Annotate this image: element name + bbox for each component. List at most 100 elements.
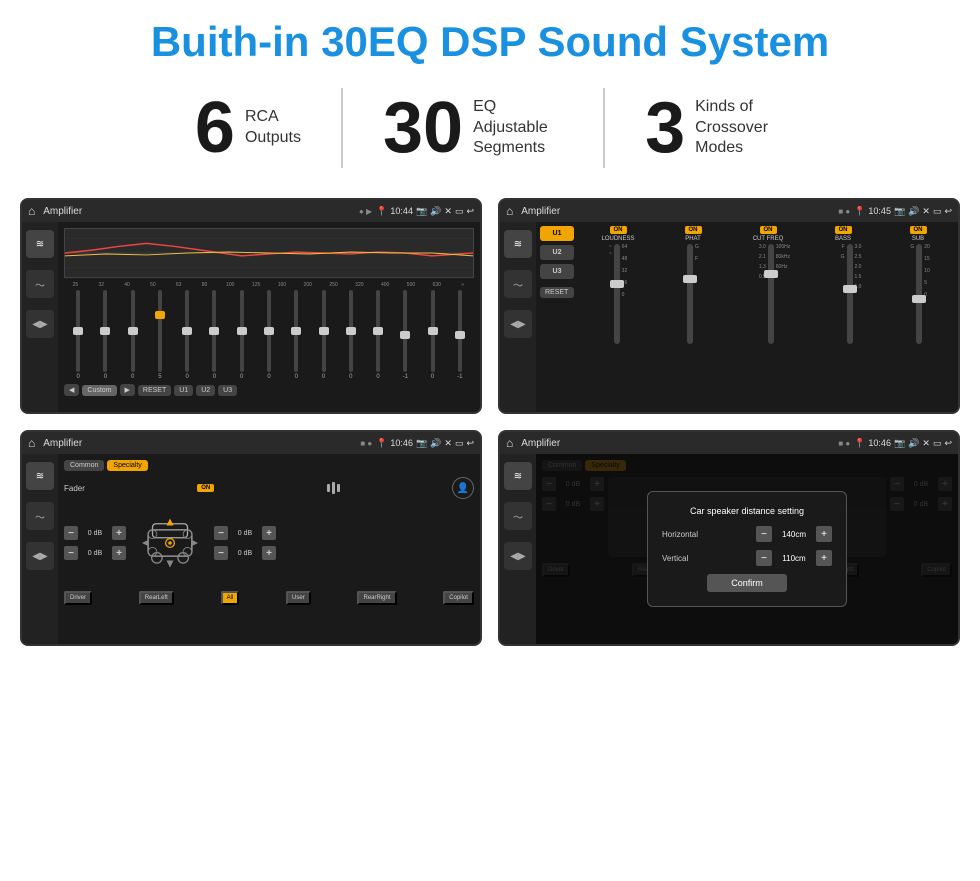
- fader-screen: ⌂ Amplifier ■ ● 📍 10:46 📷 🔊 ✕ ▭ ↩ ≋ 〜 ◀▶: [20, 430, 482, 646]
- fader-sidebar-btn-3[interactable]: ◀▶: [26, 542, 54, 570]
- rearRight-btn[interactable]: RearRight: [357, 591, 396, 605]
- eq-sliders: 0 0 0 5 0: [64, 290, 474, 380]
- dialog-horizontal-plus[interactable]: +: [816, 526, 832, 542]
- bass-on-badge[interactable]: ON: [835, 226, 852, 234]
- eq-sidebar-btn-3[interactable]: ◀▶: [26, 310, 54, 338]
- eq-slider-4[interactable]: 0: [175, 290, 199, 380]
- sub-slider[interactable]: [916, 244, 922, 344]
- loudness-label: LOUDNESS: [601, 236, 634, 242]
- vol-plus-rl[interactable]: +: [112, 546, 126, 560]
- eq-prev-btn[interactable]: ◀: [64, 384, 79, 396]
- vol-minus-fl[interactable]: −: [64, 526, 78, 540]
- copilot-btn[interactable]: Copilot: [443, 591, 474, 605]
- rearLeft-btn[interactable]: RearLeft: [139, 591, 174, 605]
- cross-sidebar-btn-2[interactable]: 〜: [504, 270, 532, 298]
- left-controls: − 0 dB + − 0 dB +: [64, 526, 126, 560]
- eq-slider-6[interactable]: 0: [230, 290, 254, 380]
- eq-slider-3[interactable]: 5: [148, 290, 172, 380]
- dialog-horizontal-minus[interactable]: −: [756, 526, 772, 542]
- eq-sidebar-btn-2[interactable]: 〜: [26, 270, 54, 298]
- eq-slider-12[interactable]: -1: [393, 290, 417, 380]
- camera-icon-fader: 📷: [416, 438, 427, 449]
- eq-slider-9[interactable]: 0: [311, 290, 335, 380]
- eq-slider-13[interactable]: 0: [420, 290, 444, 380]
- fader-body: ≋ 〜 ◀▶ Common Specialty Fader ON: [22, 454, 480, 644]
- home-icon-fader[interactable]: ⌂: [28, 436, 35, 450]
- eq-slider-1[interactable]: 0: [93, 290, 117, 380]
- dialog-sidebar-btn-3[interactable]: ◀▶: [504, 542, 532, 570]
- phat-on-badge[interactable]: ON: [685, 226, 702, 234]
- pin-icon-fader: 📍: [376, 438, 387, 449]
- eq-play-btn[interactable]: ▶: [120, 384, 135, 396]
- vol-minus-fr[interactable]: −: [214, 526, 228, 540]
- topbar-fader: ⌂ Amplifier ■ ● 📍 10:46 📷 🔊 ✕ ▭ ↩: [22, 432, 480, 454]
- back-icon-eq[interactable]: ↩: [466, 206, 474, 217]
- cross-sidebar-btn-3[interactable]: ◀▶: [504, 310, 532, 338]
- fader-profile-icon[interactable]: 👤: [452, 477, 474, 499]
- phat-slider[interactable]: [687, 244, 693, 344]
- back-icon-fader[interactable]: ↩: [466, 438, 474, 449]
- eq-slider-0[interactable]: 0: [66, 290, 90, 380]
- eq-slider-11[interactable]: 0: [366, 290, 390, 380]
- vol-plus-fr[interactable]: +: [262, 526, 276, 540]
- cross-sidebar-btn-1[interactable]: ≋: [504, 230, 532, 258]
- cross-reset-btn[interactable]: RESET: [540, 287, 574, 298]
- stat-number-rca: 6: [195, 92, 235, 164]
- dialog-vertical-plus[interactable]: +: [816, 550, 832, 566]
- speaker-ctrl-rl: − 0 dB +: [64, 546, 126, 560]
- all-btn[interactable]: All: [221, 591, 240, 605]
- cross-main: U1 U2 U3 RESET ON LOUDNESS ~ ~: [536, 222, 958, 412]
- home-icon-dialog[interactable]: ⌂: [506, 436, 513, 450]
- home-icon-cross[interactable]: ⌂: [506, 204, 513, 218]
- eq-custom-btn[interactable]: Custom: [82, 385, 116, 396]
- fader-tab-specialty[interactable]: Specialty: [107, 460, 147, 471]
- rect-icon-eq: ▭: [455, 206, 464, 217]
- eq-reset-btn[interactable]: RESET: [138, 385, 171, 396]
- vol-plus-rr[interactable]: +: [262, 546, 276, 560]
- eq-slider-10[interactable]: 0: [339, 290, 363, 380]
- fader-sidebar-btn-2[interactable]: 〜: [26, 502, 54, 530]
- dialog-row-horizontal: Horizontal − 140cm +: [662, 526, 832, 542]
- eq-u1-btn[interactable]: U1: [174, 385, 193, 396]
- bass-slider[interactable]: [847, 244, 853, 344]
- topbar-title-cross: Amplifier: [521, 206, 834, 217]
- stat-number-eq: 30: [383, 92, 463, 164]
- fader-bottom-btns: Driver RearLeft All User RearRight Copil…: [64, 591, 474, 605]
- cutfreq-on-badge[interactable]: ON: [760, 226, 777, 234]
- eq-u2-btn[interactable]: U2: [196, 385, 215, 396]
- loudness-slider[interactable]: [614, 244, 620, 344]
- preset-u2[interactable]: U2: [540, 245, 574, 260]
- topbar-icons-cross: 📍 10:45 📷 🔊 ✕ ▭ ↩: [854, 206, 952, 217]
- back-icon-cross[interactable]: ↩: [944, 206, 952, 217]
- vol-plus-fl[interactable]: +: [112, 526, 126, 540]
- eq-slider-2[interactable]: 0: [121, 290, 145, 380]
- eq-slider-5[interactable]: 0: [202, 290, 226, 380]
- home-icon-eq[interactable]: ⌂: [28, 204, 35, 218]
- eq-slider-14[interactable]: -1: [448, 290, 472, 380]
- eq-slider-7[interactable]: 0: [257, 290, 281, 380]
- preset-u3[interactable]: U3: [540, 264, 574, 279]
- vol-minus-rr[interactable]: −: [214, 546, 228, 560]
- preset-u1[interactable]: U1: [540, 226, 574, 241]
- sub-on-badge[interactable]: ON: [910, 226, 927, 234]
- dialog-content: Common Specialty − 0 dB + −: [536, 454, 958, 644]
- dialog-sidebar-btn-1[interactable]: ≋: [504, 462, 532, 490]
- loudness-on-badge[interactable]: ON: [610, 226, 627, 234]
- fader-label: Fader: [64, 484, 85, 493]
- cutfreq-slider[interactable]: [768, 244, 774, 344]
- user-btn[interactable]: User: [286, 591, 311, 605]
- vol-minus-rl[interactable]: −: [64, 546, 78, 560]
- dialog-vertical-minus[interactable]: −: [756, 550, 772, 566]
- dialog-horizontal-control: − 140cm +: [756, 526, 832, 542]
- eq-slider-8[interactable]: 0: [284, 290, 308, 380]
- driver-btn[interactable]: Driver: [64, 591, 92, 605]
- eq-u3-btn[interactable]: U3: [218, 385, 237, 396]
- fader-sidebar-btn-1[interactable]: ≋: [26, 462, 54, 490]
- back-icon-dialog[interactable]: ↩: [944, 438, 952, 449]
- fader-tab-common[interactable]: Common: [64, 460, 104, 471]
- eq-sidebar-btn-1[interactable]: ≋: [26, 230, 54, 258]
- fader-on-badge[interactable]: ON: [197, 484, 214, 492]
- stat-rca: 6 RCA Outputs: [155, 92, 341, 164]
- dialog-sidebar-btn-2[interactable]: 〜: [504, 502, 532, 530]
- dialog-confirm-btn[interactable]: Confirm: [707, 574, 787, 592]
